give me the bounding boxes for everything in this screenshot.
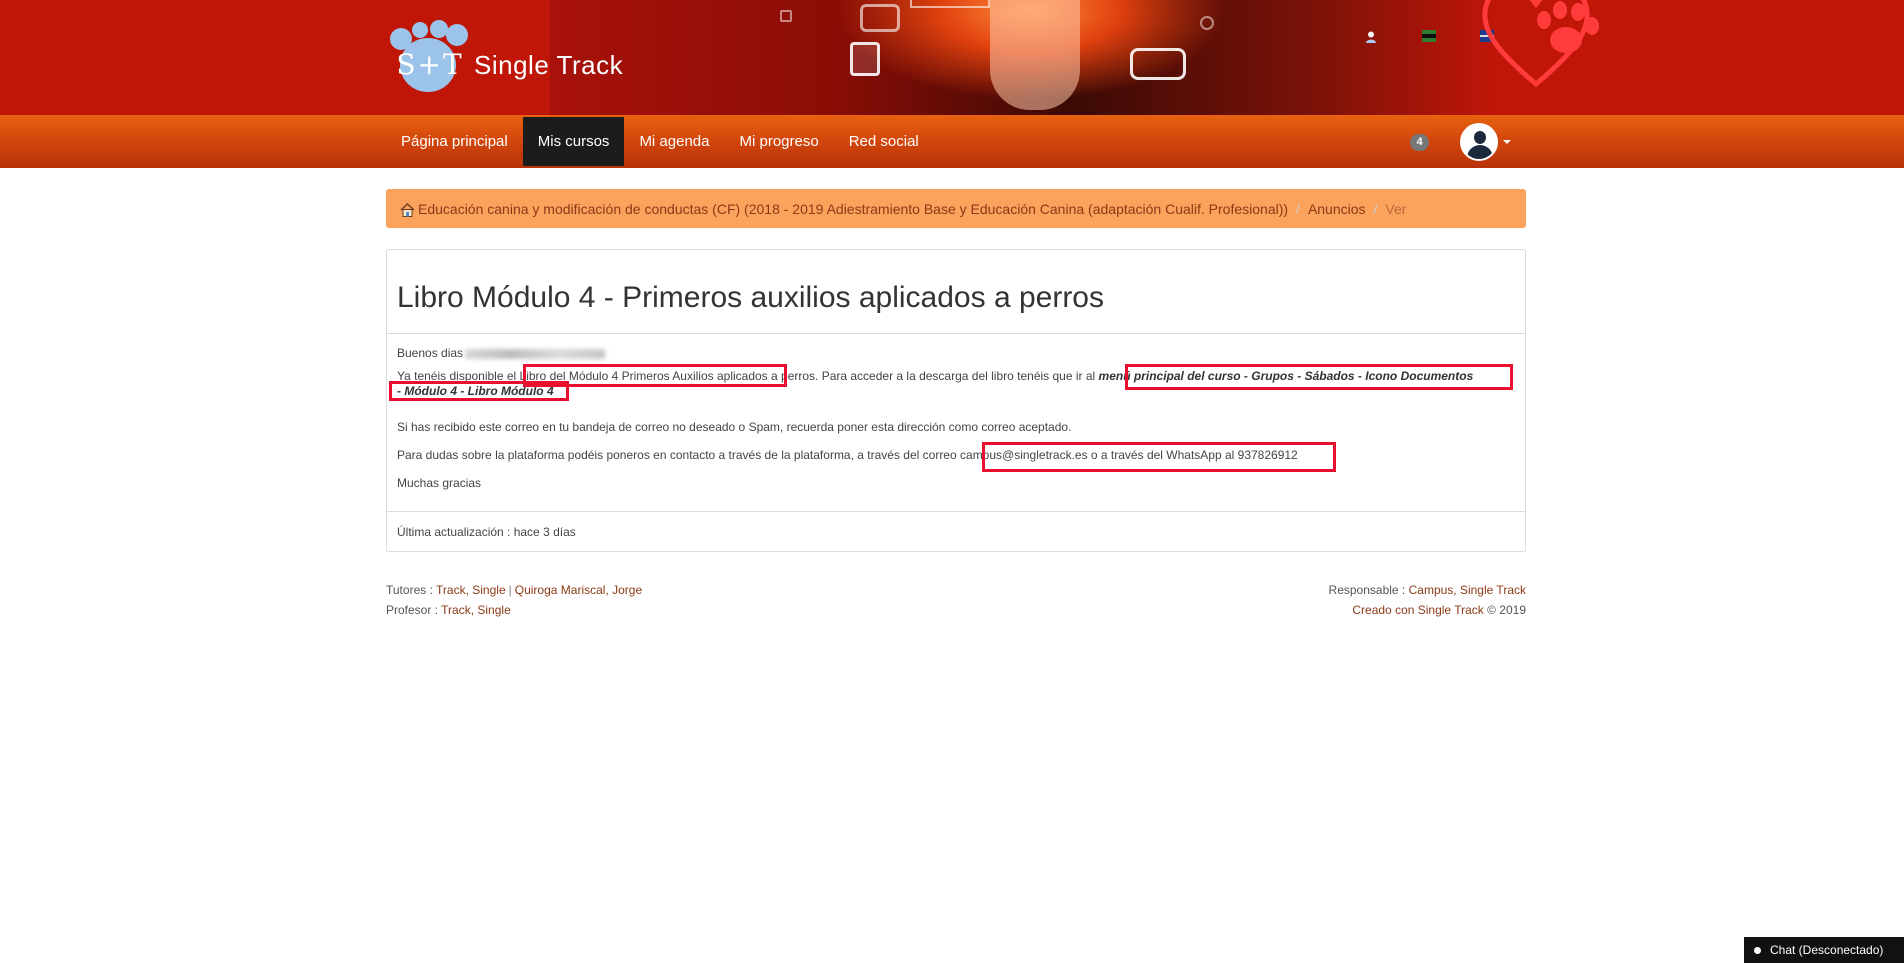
tutor-link[interactable]: Quiroga Mariscal, Jorge [515,583,642,597]
greeting-text: Buenos dias [397,346,464,360]
breadcrumb-course[interactable]: Educación canina y modificación de condu… [418,201,1288,217]
logo-text: Single Track [474,49,624,80]
header-utility-icons [1364,30,1494,44]
responsible-link[interactable]: Campus, Single Track [1409,583,1526,597]
chevron-down-icon[interactable] [1503,140,1511,144]
teacher-link[interactable]: Track, Single [441,603,511,617]
para3-text-a: Para dudas sobre la plataforma podéis po… [397,448,957,462]
breadcrumb-anuncios[interactable]: Anuncios [1308,201,1366,217]
copyright: © 2019 [1487,603,1526,617]
breadcrumb-separator: / [1296,200,1300,217]
announcement-body: Buenos dias Ya tenéis disponible el Libr… [387,334,1525,512]
nav-menu: Página principal Mis cursos Mi agenda Mi… [386,117,934,166]
highlight-box-menu [1125,364,1513,390]
credits-line: Creado con Single Track © 2019 [1352,603,1526,617]
nav-item-red-social[interactable]: Red social [834,117,934,166]
banner-background-image [550,0,1500,115]
chat-widget[interactable]: Chat (Desconectado) [1744,937,1904,963]
tutors-line: Tutores : Track, Single | Quiroga Mariscal… [386,583,643,597]
created-with-link[interactable]: Creado con Single Track [1352,603,1483,617]
chat-label: Chat (Desconectado) [1770,943,1884,957]
nav-item-mis-cursos[interactable]: Mis cursos [522,117,625,166]
site-logo[interactable]: S+T Single Track [390,20,623,92]
breadcrumb: Educación canina y modificación de condu… [386,189,1526,228]
para1-text-c: . Para acceder a la descarga del libro t… [815,369,1096,383]
flag-es-icon[interactable] [1422,30,1436,44]
announcement-title: Libro Módulo 4 - Primeros auxilios aplic… [397,281,1104,314]
last-update: Última actualización : hace 3 días [397,525,576,539]
responsible-line: Responsable : Campus, Single Track [1329,583,1526,597]
home-icon[interactable] [400,202,415,217]
notification-badge[interactable]: 4 [1410,134,1429,151]
teacher-line: Profesor : Track, Single [386,603,511,617]
redacted-name [465,348,606,359]
announcement-heading: Libro Módulo 4 - Primeros auxilios aplic… [387,250,1525,334]
tutors-label: Tutores : [386,583,433,597]
nav-item-mi-agenda[interactable]: Mi agenda [624,117,724,166]
breadcrumb-separator: / [1373,200,1378,217]
nav-item-mi-progreso[interactable]: Mi progreso [725,117,834,166]
teacher-label: Profesor : [386,603,439,617]
logo-initials: S+T [396,48,464,81]
tutor-link[interactable]: Track, Single [436,583,506,597]
user-icon[interactable] [1364,30,1378,44]
nav-item-pagina-principal[interactable]: Página principal [386,117,523,166]
highlight-box-contact [982,442,1336,472]
user-avatar[interactable] [1460,123,1498,161]
paw-heart-icon [1482,0,1599,88]
main-navbar: Página principal Mis cursos Mi agenda Mi… [0,115,1904,168]
status-dot-icon [1754,947,1761,955]
highlight-box-menu-end [389,381,569,401]
paragraph-4: Muchas gracias [397,476,482,490]
header-banner: S+T Single Track [0,0,1904,115]
paragraph-2: Si has recibido este correo en tu bandej… [397,420,1072,434]
logo-mark: S+T [390,20,470,92]
announcement-panel: Libro Módulo 4 - Primeros auxilios aplic… [386,249,1526,552]
responsible-label: Responsable : [1328,583,1406,597]
breadcrumb-current: Ver [1385,200,1407,217]
greeting-line: Buenos dias [397,346,606,360]
